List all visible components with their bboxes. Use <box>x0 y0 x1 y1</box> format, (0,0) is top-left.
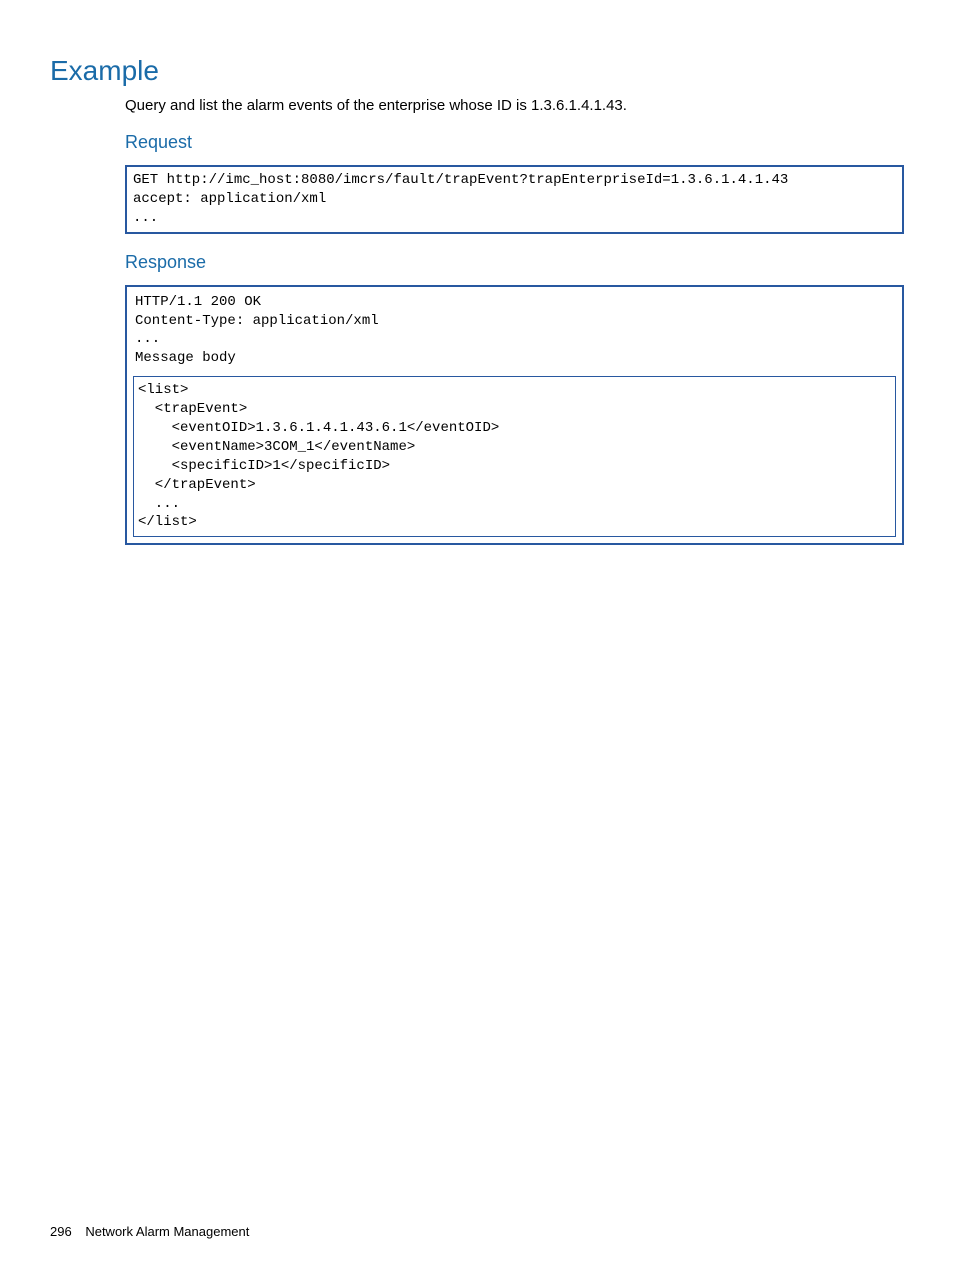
request-code-block: GET http://imc_host:8080/imcrs/fault/tra… <box>125 165 904 234</box>
example-description: Query and list the alarm events of the e… <box>125 97 904 114</box>
page-footer: 296 Network Alarm Management <box>50 1224 249 1239</box>
example-heading: Example <box>50 55 904 87</box>
footer-section: Network Alarm Management <box>85 1224 249 1239</box>
response-headers: HTTP/1.1 200 OK Content-Type: applicatio… <box>133 293 896 377</box>
response-heading: Response <box>125 252 904 273</box>
page-number: 296 <box>50 1224 72 1239</box>
request-heading: Request <box>125 132 904 153</box>
response-body: <list> <trapEvent> <eventOID>1.3.6.1.4.1… <box>133 376 896 537</box>
response-outer-block: HTTP/1.1 200 OK Content-Type: applicatio… <box>125 285 904 546</box>
